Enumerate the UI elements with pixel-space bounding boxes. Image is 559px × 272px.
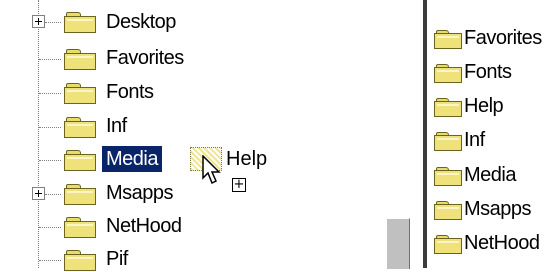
tree-branch-line [39, 160, 61, 161]
tree-item-msapps[interactable]: Msapps [106, 180, 174, 206]
folder-icon [64, 150, 96, 171]
list-item-label: Inf [464, 129, 485, 151]
folder-tree: Desktop Favorites Fonts Inf Media Msapps… [0, 0, 372, 271]
tree-item-nethood[interactable]: NetHood [106, 213, 182, 239]
folder-icon [434, 132, 462, 151]
pane-splitter[interactable] [423, 0, 427, 268]
folder-icon [434, 98, 462, 117]
list-item-label: Fonts [464, 61, 512, 83]
list-item-label: Media [464, 164, 516, 186]
tree-branch-line [39, 127, 61, 128]
folder-icon [64, 217, 96, 238]
arrow-cursor-icon [202, 155, 221, 185]
folder-icon [64, 12, 96, 33]
scrollbar-thumb[interactable] [386, 218, 410, 269]
folder-icon [434, 201, 462, 220]
tree-item-inf[interactable]: Inf [106, 113, 127, 139]
list-item-label: Help [464, 95, 504, 117]
folder-icon [434, 235, 462, 254]
copy-plus-icon: + [232, 177, 246, 192]
folder-icon [64, 49, 96, 70]
folder-icon [434, 64, 462, 83]
tree-branch-line [45, 194, 61, 195]
tree-item-fonts[interactable]: Fonts [106, 79, 154, 105]
tree-item-pif[interactable]: Pif [106, 246, 128, 272]
tree-branch-line [39, 93, 61, 94]
tree-branch-line [39, 59, 61, 60]
drag-preview: Help + [190, 143, 286, 195]
expand-desktop-button[interactable] [32, 15, 45, 28]
folder-icon [64, 250, 96, 271]
tree-branch-line [39, 227, 61, 228]
tree-branch-line [45, 22, 61, 23]
list-item-label: Msapps [464, 198, 532, 220]
folder-icon [64, 184, 96, 205]
expand-msapps-button[interactable] [32, 187, 45, 200]
tree-item-desktop[interactable]: Desktop [106, 9, 176, 35]
folder-icon [434, 167, 462, 186]
folder-icon [434, 30, 462, 49]
folder-icon [64, 83, 96, 104]
drag-preview-label: Help [226, 148, 268, 170]
list-item-label: Favorites [464, 27, 542, 49]
tree-item-media[interactable]: Media [102, 146, 162, 172]
list-item-label: NetHood [464, 232, 540, 254]
tree-item-favorites[interactable]: Favorites [106, 45, 184, 71]
tree-branch-line [39, 260, 61, 261]
folder-icon [64, 117, 96, 138]
